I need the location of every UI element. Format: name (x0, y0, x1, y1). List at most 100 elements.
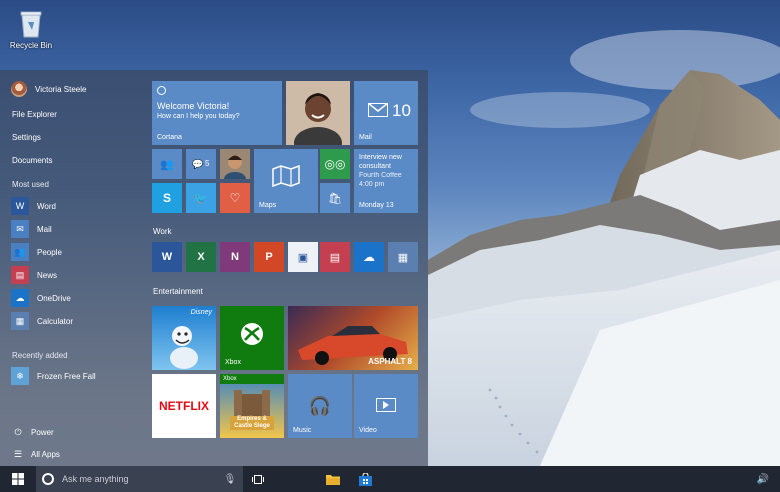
frozen-free-fall-icon: ❄ (11, 367, 29, 385)
onedrive-icon: ☁ (11, 289, 29, 307)
message-icon: 💬 (192, 159, 204, 169)
empires-game-tile[interactable]: Xbox Empires & Castle Siege (220, 374, 284, 438)
video-icon (376, 398, 396, 412)
file-explorer-taskbar-button[interactable] (320, 466, 346, 492)
word-icon: W (11, 197, 29, 215)
app-label: Frozen Free Fall (37, 371, 96, 381)
onedrive-icon: ☁ (363, 250, 375, 264)
power-button[interactable]: ⏻ Power (12, 427, 54, 438)
power-icon: ⏻ (14, 427, 22, 437)
twitter-icon: 🐦 (194, 192, 208, 205)
people-icon: 👥 (11, 243, 29, 261)
messaging-count: 5 (205, 159, 210, 168)
people-icon: 👥 (160, 158, 174, 171)
mail-tile[interactable]: 10 Mail (354, 81, 418, 145)
mail-envelope-icon (367, 102, 388, 117)
tripadvisor-tile[interactable]: ◎◎ (320, 149, 350, 179)
calendar-tile[interactable]: Interview new consultant Fourth Coffee 4… (354, 149, 418, 213)
excel-tile[interactable]: X (186, 242, 216, 272)
start-button[interactable] (0, 466, 36, 492)
photos-app-tile[interactable]: ▣ (288, 242, 318, 272)
store-icon (358, 472, 372, 486)
word-tile[interactable]: W (152, 242, 182, 272)
task-view-button[interactable] (245, 466, 271, 492)
skype-tile[interactable]: S (152, 183, 182, 213)
task-view-icon (252, 474, 264, 484)
news-tile[interactable]: ▤ (320, 242, 350, 272)
calculator-tile[interactable]: ▦ (388, 242, 418, 272)
asphalt-label: ASPHALT 8 (368, 357, 412, 366)
calendar-line-2: consultant (359, 163, 391, 170)
store-bag-icon: 🛍 (328, 192, 342, 205)
twitter-tile[interactable]: 🐦 (186, 183, 216, 213)
maps-label: Maps (259, 202, 277, 209)
most-used-people[interactable]: 👥 People (11, 243, 62, 261)
excel-icon: X (197, 251, 205, 263)
mail-icon: ✉ (11, 220, 29, 238)
all-apps-icon: ☰ (13, 449, 23, 459)
onedrive-tile[interactable]: ☁ (354, 242, 384, 272)
calendar-line-1: Interview new (359, 154, 402, 161)
map-icon (272, 165, 300, 187)
most-used-mail[interactable]: ✉ Mail (11, 220, 52, 238)
work-group-label: Work (153, 227, 172, 236)
calculator-icon: ▦ (11, 312, 29, 330)
video-tile[interactable]: Video (354, 374, 418, 438)
most-used-calculator[interactable]: ▦ Calculator (11, 312, 73, 330)
cortana-icon (157, 86, 166, 95)
taskbar: Ask me anything 🎙 🔊 (0, 466, 780, 492)
volume-button[interactable]: 🔊 (750, 466, 776, 492)
recycle-bin-icon (19, 10, 43, 38)
person-photo (286, 81, 350, 145)
power-label: Power (31, 428, 54, 437)
recycle-bin[interactable]: Recycle Bin (8, 10, 54, 50)
contact-photo-tile[interactable] (220, 149, 250, 179)
start-menu: Victoria Steele File Explorer Settings D… (0, 70, 428, 466)
people-tile[interactable]: 👥 (152, 149, 182, 179)
entertainment-group-label: Entertainment (153, 287, 203, 296)
powerpoint-tile[interactable]: P (254, 242, 284, 272)
most-used-heading: Most used (12, 180, 49, 189)
store-tile[interactable]: 🛍 (320, 183, 350, 213)
all-apps-label: All Apps (31, 450, 60, 459)
xbox-label: Xbox (225, 359, 241, 366)
video-label: Video (359, 427, 377, 434)
frozen-game-tile[interactable]: Disney (152, 306, 216, 370)
music-tile[interactable]: 🎧 Music (288, 374, 352, 438)
mail-count: 10 (392, 101, 411, 120)
word-icon: W (161, 251, 173, 263)
recently-added-heading: Recently added (12, 351, 68, 360)
store-taskbar-button[interactable] (352, 466, 378, 492)
nav-documents[interactable]: Documents (12, 156, 52, 165)
xbox-tile[interactable]: Xbox (220, 306, 284, 370)
recently-added-frozen[interactable]: ❄ Frozen Free Fall (11, 367, 96, 385)
user-name: Victoria Steele (35, 84, 87, 94)
netflix-label: NETFLIX (159, 399, 209, 413)
app-label: Word (37, 201, 56, 211)
most-used-onedrive[interactable]: ☁ OneDrive (11, 289, 71, 307)
asphalt-game-tile[interactable]: ASPHALT 8 (288, 306, 418, 370)
onenote-tile[interactable]: N (220, 242, 250, 272)
onenote-icon: N (231, 251, 239, 263)
photos-app-icon: ▣ (297, 251, 309, 264)
maps-tile[interactable]: Maps (254, 149, 318, 213)
microphone-icon[interactable]: 🎙 (223, 474, 237, 485)
user-account[interactable]: Victoria Steele (11, 81, 86, 97)
app-label: Mail (37, 224, 52, 234)
disney-label: Disney (190, 309, 212, 316)
owl-icon: ◎◎ (324, 157, 346, 171)
nav-settings[interactable]: Settings (12, 133, 41, 142)
all-apps-button[interactable]: ☰ All Apps (12, 449, 60, 460)
people-photo-tile[interactable] (286, 81, 350, 145)
nav-file-explorer[interactable]: File Explorer (12, 110, 57, 119)
health-tile[interactable]: ♡ (220, 183, 250, 213)
app-label: Calculator (37, 316, 74, 326)
xbox-icon (241, 323, 263, 345)
calendar-line-4: 4:00 pm (359, 181, 385, 188)
cortana-tile[interactable]: Welcome Victoria! How can I help you tod… (152, 81, 282, 145)
search-box[interactable]: Ask me anything 🎙 (36, 466, 243, 492)
most-used-word[interactable]: W Word (11, 197, 56, 215)
most-used-news[interactable]: ▤ News (11, 266, 57, 284)
netflix-tile[interactable]: NETFLIX (152, 374, 216, 438)
messaging-tile[interactable]: 💬 5 (186, 149, 216, 179)
